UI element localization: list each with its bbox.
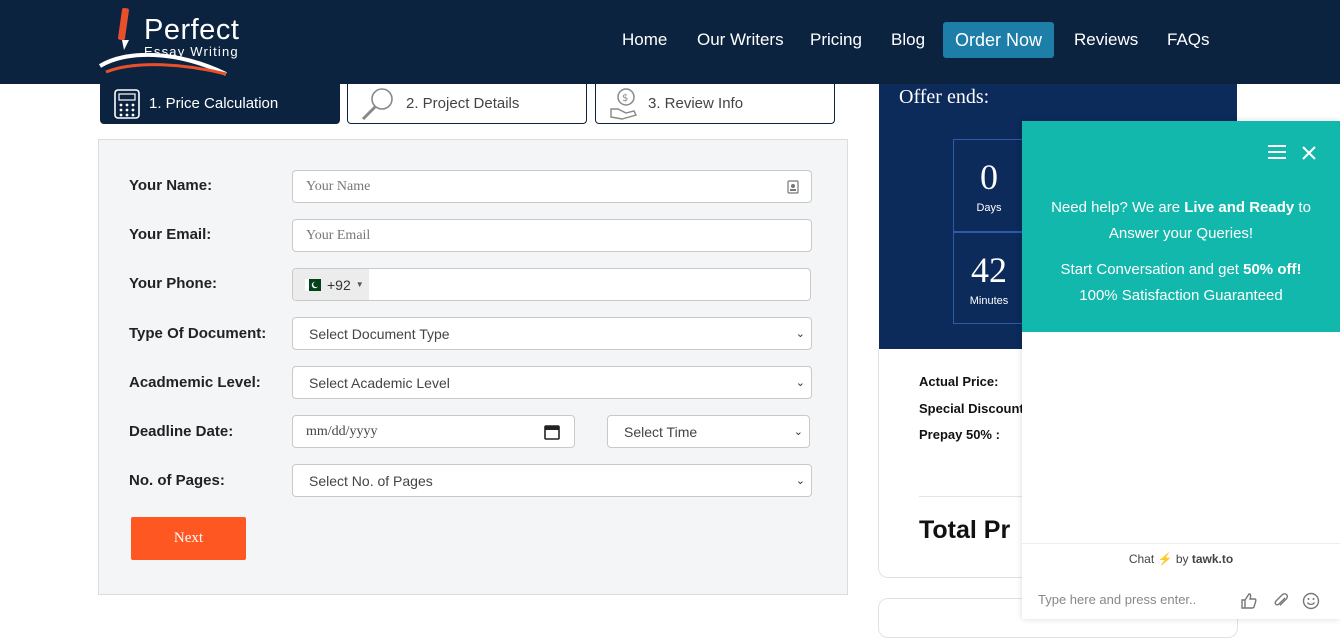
emoji-icon[interactable] (1302, 592, 1320, 610)
order-now-button[interactable]: Order Now (943, 22, 1055, 58)
special-discount-label: Special Discount (919, 401, 1024, 416)
prepay-label: Prepay 50% : (919, 427, 1000, 442)
step-review-info[interactable]: $ 3. Review Info (595, 84, 835, 124)
document-type-label: Type Of Document: (129, 325, 267, 342)
academic-level-label: Acadmemic Level: (129, 374, 261, 391)
chat-header: Need help? We are Live and Ready to Answ… (1022, 121, 1340, 332)
chat-text: Start Conversation and get (1060, 261, 1244, 278)
step-project-details[interactable]: 2. Project Details (347, 84, 587, 124)
chat-text: Need help? We are (1051, 199, 1185, 216)
chat-message-line4: 100% Satisfaction Guaranteed (1079, 287, 1283, 304)
phone-code: +92 (327, 276, 351, 293)
total-price-label: Total Pr (919, 516, 1011, 544)
email-input[interactable]: Your Email (292, 219, 812, 252)
actual-price-label: Actual Price: (919, 374, 999, 389)
chevron-down-icon: ⌄ (795, 475, 805, 487)
pages-select[interactable]: Select No. of Pages ⌄ (292, 464, 812, 497)
calendar-icon[interactable] (544, 424, 560, 440)
contact-card-icon (787, 179, 799, 194)
email-label: Your Email: (129, 226, 212, 243)
email-placeholder: Your Email (306, 227, 371, 243)
step3-label: 3. Review Info (648, 95, 744, 112)
chat-message-line1: Need help? We are Live and Ready to (1022, 199, 1340, 216)
close-icon[interactable] (1302, 146, 1316, 160)
academic-level-select[interactable]: Select Academic Level ⌄ (292, 366, 812, 399)
phone-label: Your Phone: (129, 275, 218, 292)
document-type-select[interactable]: Select Document Type ⌄ (292, 317, 812, 350)
time-value: Select Time (624, 423, 698, 440)
chat-branding[interactable]: Chat ⚡ by tawk.to (1022, 552, 1340, 566)
days-value: 0 (980, 157, 998, 197)
chat-message-line3: Start Conversation and get 50% off! (1022, 261, 1340, 278)
document-type-value: Select Document Type (309, 325, 450, 342)
offer-title: Offer ends: (899, 86, 990, 108)
logo-title: Perfect (144, 14, 240, 46)
magnifier-icon (361, 87, 393, 120)
caret-down-icon: ▼ (355, 280, 364, 289)
attachment-icon[interactable] (1272, 592, 1290, 610)
brand-by: by (1175, 552, 1189, 566)
nav-reviews[interactable]: Reviews (1074, 22, 1138, 58)
chevron-down-icon: ⌄ (795, 328, 805, 340)
nav-blog[interactable]: Blog (891, 22, 925, 58)
pages-label: No. of Pages: (129, 472, 225, 489)
step2-label: 2. Project Details (406, 95, 520, 112)
chat-text-bold: Live and Ready (1184, 199, 1295, 216)
chat-footer: Chat ⚡ by tawk.to Type here and press en… (1022, 543, 1340, 619)
nav-our-writers[interactable]: Our Writers (697, 22, 784, 58)
menu-icon[interactable] (1268, 145, 1286, 159)
chevron-down-icon: ⌄ (793, 426, 803, 438)
minutes-label: Minutes (969, 295, 1009, 307)
divider (919, 496, 1023, 497)
nav-home[interactable]: Home (622, 22, 667, 58)
deadline-label: Deadline Date: (129, 423, 234, 440)
phone-input[interactable]: +92 ▼ (292, 268, 811, 301)
lightning-icon: ⚡ (1157, 552, 1173, 566)
deadline-time-select[interactable]: Select Time ⌄ (607, 415, 810, 448)
days-label: Days (976, 202, 1002, 214)
calculator-icon (114, 88, 140, 119)
chat-text-bold: 50% off! (1243, 261, 1302, 278)
brand-chat: Chat (1128, 552, 1155, 566)
pages-value: Select No. of Pages (309, 472, 433, 489)
minutes-value: 42 (971, 250, 1007, 290)
name-placeholder: Your Name (306, 178, 371, 194)
pakistan-flag-icon (305, 278, 321, 291)
logo-subtitle: Essay Writing (144, 44, 239, 59)
brand-tawk: tawk.to (1191, 552, 1234, 566)
date-placeholder: mm/dd/yyyy (306, 423, 378, 439)
chat-text: to (1294, 199, 1311, 216)
step-price-calculation[interactable]: 1. Price Calculation (100, 84, 340, 124)
chat-message-input[interactable]: Type here and press enter.. (1038, 592, 1196, 607)
country-code-selector[interactable]: +92 ▼ (293, 269, 369, 300)
countdown-days: 0 Days (953, 139, 1025, 232)
thumbs-up-icon[interactable] (1240, 592, 1258, 610)
name-input[interactable]: Your Name (292, 170, 812, 203)
hand-coin-icon: $ (610, 87, 638, 120)
chat-message-line2: Answer your Queries! (1108, 225, 1254, 242)
nav-pricing[interactable]: Pricing (810, 22, 862, 58)
next-button[interactable]: Next (131, 517, 246, 560)
svg-text:$: $ (622, 93, 628, 104)
chat-widget: Need help? We are Live and Ready to Answ… (1022, 121, 1340, 619)
chevron-down-icon: ⌄ (795, 377, 805, 389)
name-label: Your Name: (129, 177, 213, 194)
countdown-minutes: 42 Minutes (953, 232, 1025, 324)
deadline-date-input[interactable]: mm/dd/yyyy (292, 415, 575, 448)
nav-faqs[interactable]: FAQs (1167, 22, 1210, 58)
academic-level-value: Select Academic Level (309, 374, 450, 391)
step1-label: 1. Price Calculation (149, 95, 279, 112)
